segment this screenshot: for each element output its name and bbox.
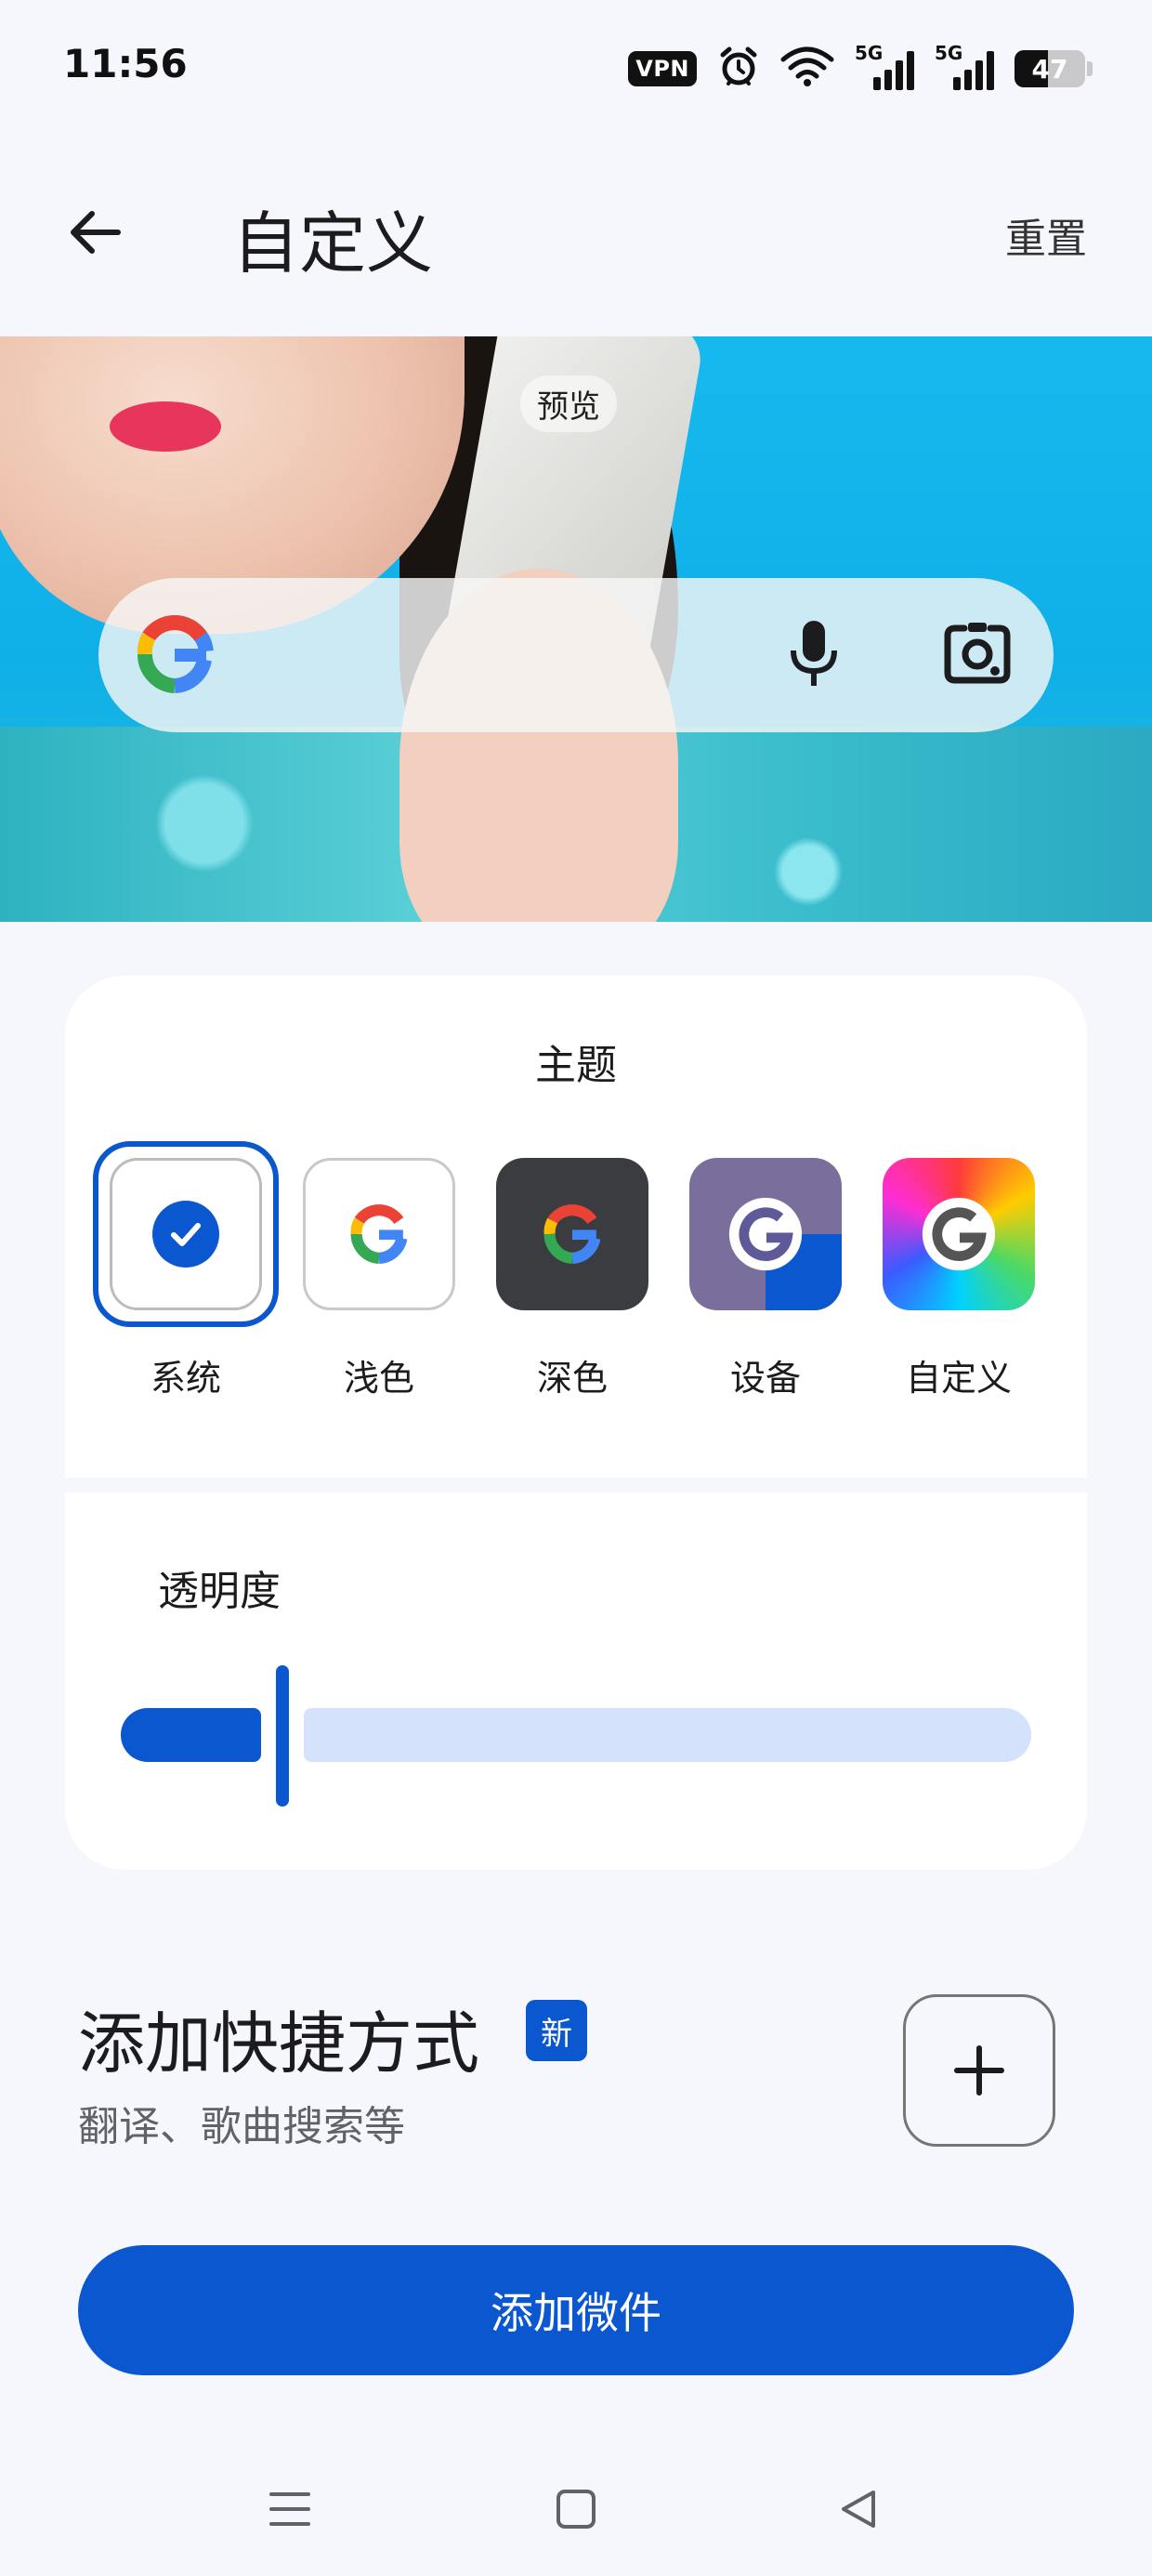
battery-percent: 47 xyxy=(1031,54,1068,85)
app-bar: 自定义 重置 xyxy=(0,135,1152,335)
check-icon xyxy=(152,1201,219,1268)
theme-tile-system xyxy=(110,1158,262,1310)
shortcut-subtitle: 翻译、歌曲搜索等 xyxy=(78,2103,405,2150)
google-g-icon xyxy=(543,1204,601,1264)
slider-active-track xyxy=(121,1708,261,1762)
theme-option-custom[interactable]: 自定义 xyxy=(866,1141,1052,1420)
add-shortcut-section: 添加快捷方式 新 翻译、歌曲搜索等 xyxy=(0,1961,1152,2193)
customize-screen: 11:56 VPN 5G 5G 47 自定义 重置 预览 主题 系统 浅色 深色… xyxy=(0,0,1152,2576)
shortcut-title: 添加快捷方式 xyxy=(78,2004,480,2083)
theme-option-label: 自定义 xyxy=(905,1358,1012,1399)
opacity-card: 透明度 xyxy=(65,1492,1087,1870)
slider-thumb[interactable] xyxy=(276,1665,289,1807)
page-title: 自定义 xyxy=(232,204,434,283)
opacity-slider[interactable] xyxy=(121,1665,1031,1807)
vpn-icon: VPN xyxy=(628,51,697,86)
menu-icon xyxy=(269,2492,310,2526)
battery-icon: 47 xyxy=(1015,50,1085,87)
google-g-icon xyxy=(350,1204,408,1264)
theme-title: 主题 xyxy=(535,1042,617,1089)
wifi-icon xyxy=(780,46,834,91)
preview-label: 预览 xyxy=(520,375,617,432)
theme-tile-dark xyxy=(496,1158,648,1310)
widget-preview: 预览 xyxy=(0,336,1152,922)
theme-tile-device xyxy=(689,1158,842,1310)
add-widget-button[interactable]: 添加微件 xyxy=(78,2245,1074,2375)
theme-option-dark[interactable]: 深色 xyxy=(479,1141,665,1420)
theme-card: 主题 系统 浅色 深色 设备 自定义 xyxy=(65,976,1087,1478)
theme-option-light[interactable]: 浅色 xyxy=(286,1141,472,1420)
status-bar: 11:56 VPN 5G 5G 47 xyxy=(0,0,1152,135)
google-g-icon xyxy=(728,1197,803,1271)
alarm-icon xyxy=(717,46,760,92)
back-nav-button[interactable] xyxy=(821,2472,896,2546)
theme-option-label: 设备 xyxy=(729,1358,801,1399)
theme-option-label: 浅色 xyxy=(343,1358,414,1399)
theme-option-label: 深色 xyxy=(536,1358,608,1399)
search-widget-preview xyxy=(98,578,1054,732)
back-button[interactable] xyxy=(54,191,137,274)
theme-option-label: 系统 xyxy=(150,1358,221,1399)
opacity-title: 透明度 xyxy=(158,1568,281,1615)
battery-cap xyxy=(1087,61,1093,76)
google-g-icon xyxy=(922,1197,996,1271)
square-icon xyxy=(556,2490,596,2529)
arrow-left-icon xyxy=(71,211,121,254)
theme-options: 系统 浅色 深色 设备 自定义 xyxy=(93,1141,1059,1457)
home-button[interactable] xyxy=(539,2472,613,2546)
slider-inactive-track xyxy=(304,1708,1031,1762)
wallpaper-lips xyxy=(110,401,221,452)
mic-icon xyxy=(791,621,837,686)
theme-option-system[interactable]: 系统 xyxy=(93,1141,279,1420)
theme-tile-light xyxy=(303,1158,455,1310)
new-badge: 新 xyxy=(526,2000,587,2061)
status-time: 11:56 xyxy=(63,41,188,86)
triangle-back-icon xyxy=(842,2491,875,2528)
signal-icon: 5G xyxy=(935,42,994,90)
status-icons: VPN 5G 5G 47 xyxy=(628,42,1093,95)
google-lens-icon xyxy=(944,623,1011,684)
plus-icon xyxy=(954,2045,1004,2096)
theme-option-device[interactable]: 设备 xyxy=(673,1141,858,1420)
recent-apps-button[interactable] xyxy=(253,2472,327,2546)
theme-tile-custom xyxy=(883,1158,1035,1310)
reset-button[interactable]: 重置 xyxy=(1005,205,1087,265)
google-g-icon xyxy=(136,615,214,693)
system-nav-bar xyxy=(0,2453,1152,2556)
add-shortcut-button[interactable] xyxy=(903,1994,1055,2147)
signal-icon: 5G xyxy=(855,42,914,90)
